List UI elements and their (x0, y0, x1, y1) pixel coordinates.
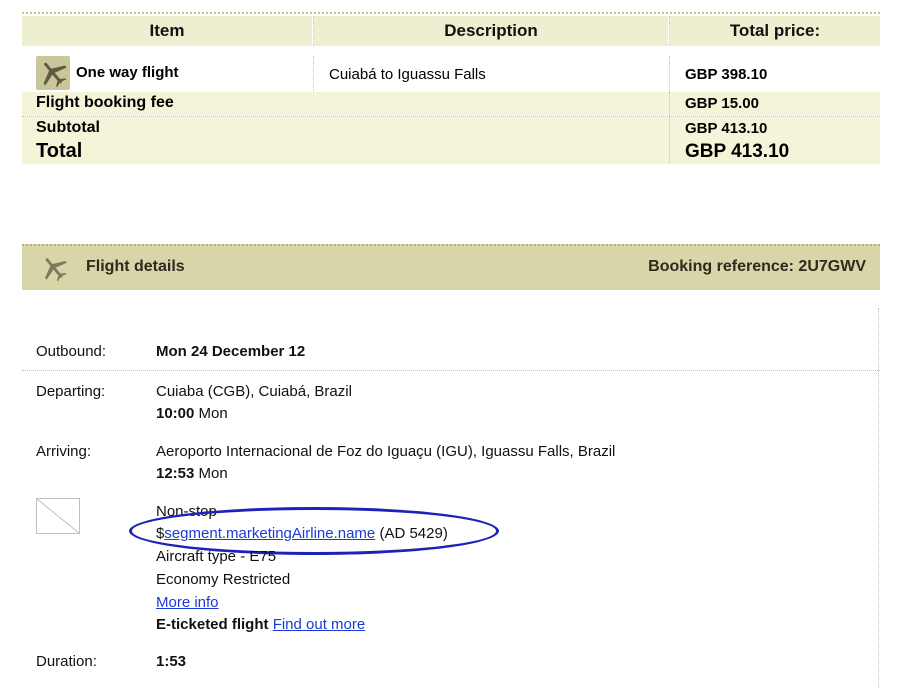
duration-value: 1:53 (156, 653, 187, 670)
booking-reference: Booking reference: 2U7GWV (648, 258, 866, 275)
flight-item-label: One way flight (76, 64, 179, 81)
total-price: GBP 413.10 (685, 141, 790, 162)
stops-info: Non-stop (156, 503, 217, 520)
header-description-label: Description (444, 21, 538, 40)
column-divider (313, 56, 314, 92)
fee-label: Flight booking fee (36, 94, 174, 111)
find-out-more-link[interactable]: Find out more (273, 616, 366, 633)
eticket-label: E-ticketed flight (156, 616, 269, 633)
flight-number: (AD 5429) (379, 525, 448, 542)
column-divider (313, 16, 314, 46)
fee-price: GBP 15.00 (685, 95, 759, 112)
duration-label: Duration: (36, 653, 97, 670)
column-divider (669, 92, 670, 116)
subtotal-price: GBP 413.10 (685, 120, 768, 137)
arriving-airport: Aeroporto Internacional de Foz do Iguaçu… (156, 443, 616, 460)
column-divider (669, 16, 670, 46)
price-summary-table: Item Description Total price: One way fl… (22, 12, 880, 164)
arriving-day: Mon (198, 465, 228, 482)
more-info-line: More info (156, 594, 219, 611)
cabin-class: Economy Restricted (156, 571, 291, 588)
header-item: Item (22, 16, 312, 46)
flight-details-panel: Flight details Booking reference: 2U7GWV… (22, 244, 880, 688)
total-label: Total (36, 140, 83, 162)
more-info-link[interactable]: More info (156, 594, 219, 611)
header-description: Description (314, 16, 668, 46)
totals-band: Subtotal GBP 413.10 Total GBP 413.10 (22, 117, 880, 164)
flight-details-title: Flight details (86, 258, 185, 275)
eticket-line: E-ticketed flight Find out more (156, 616, 365, 633)
panel-right-border (878, 308, 879, 688)
aircraft-type: Aircraft type - E75 (156, 548, 277, 565)
arriving-time: 12:53 (156, 465, 195, 482)
header-total-label: Total price: (729, 21, 821, 40)
airline-line: $segment.marketingAirline.name (AD 5429) (156, 525, 448, 542)
column-divider (669, 117, 670, 164)
row-divider (22, 370, 880, 371)
flight-details-header: Flight details Booking reference: 2U7GWV (22, 244, 880, 290)
outbound-date: Mon 24 December 12 (156, 343, 306, 360)
arriving-label: Arriving: (36, 443, 92, 460)
flight-price: GBP 398.10 (685, 66, 768, 83)
departing-time-line: 10:00 Mon (156, 405, 228, 422)
header-total: Total price: (670, 16, 880, 46)
departing-airport: Cuiaba (CGB), Cuiabá, Brazil (156, 383, 352, 400)
table-row-fee: Flight booking fee GBP 15.00 (22, 92, 880, 116)
airplane-icon (36, 56, 70, 90)
subtotal-label: Subtotal (36, 119, 100, 136)
outbound-label: Outbound: (36, 343, 107, 360)
header-item-label: Item (149, 21, 185, 40)
broken-image-icon (36, 498, 80, 534)
departing-time: 10:00 (156, 405, 195, 422)
departing-label: Departing: (36, 383, 106, 400)
departing-day: Mon (198, 405, 228, 422)
airplane-icon (38, 252, 70, 284)
table-top-border (22, 12, 880, 14)
arriving-time-line: 12:53 Mon (156, 465, 228, 482)
column-divider (669, 56, 670, 92)
flight-description: Cuiabá to Iguassu Falls (329, 66, 486, 83)
airline-name-link[interactable]: segment.marketingAirline.name (164, 525, 375, 542)
